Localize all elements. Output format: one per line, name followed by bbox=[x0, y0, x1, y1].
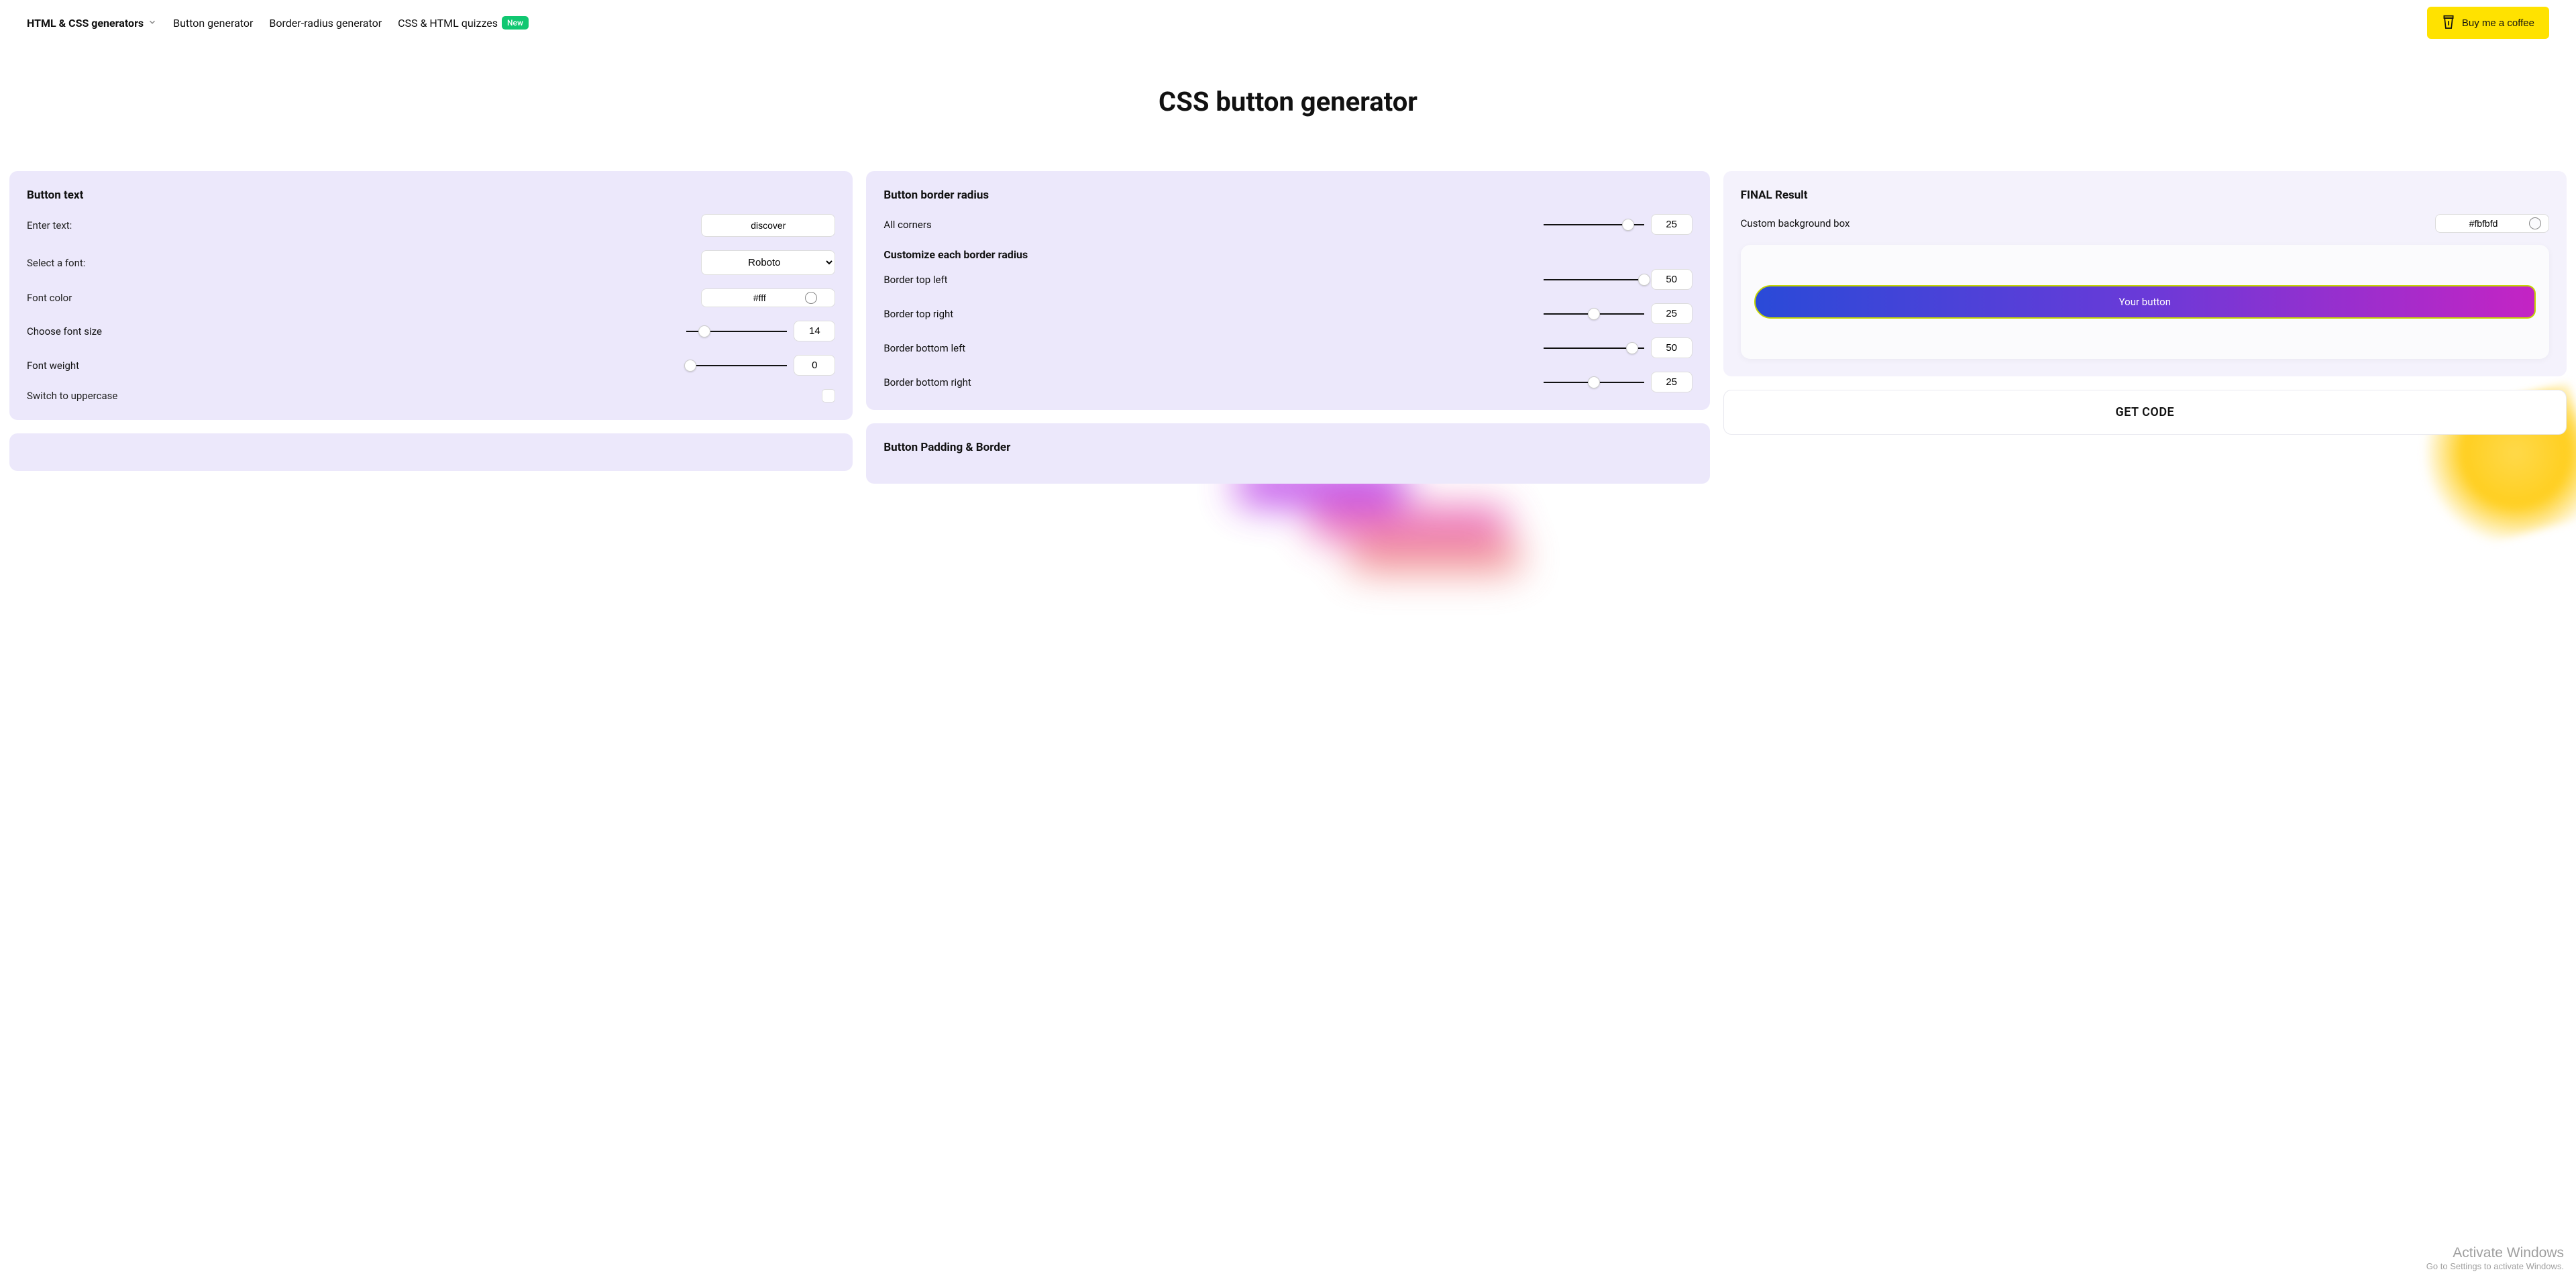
font-color-field[interactable] bbox=[701, 288, 835, 307]
slider-thumb[interactable] bbox=[1638, 274, 1650, 286]
enter-text-label: Enter text: bbox=[27, 219, 72, 231]
enter-text-input[interactable] bbox=[701, 214, 835, 237]
preview-box: Your button bbox=[1741, 245, 2549, 359]
button-text-panel: Button text Enter text: Select a font: R… bbox=[9, 171, 853, 420]
nav-main-label: HTML & CSS generators bbox=[27, 17, 144, 30]
bl-value[interactable] bbox=[1651, 337, 1693, 358]
nav-quizzes-label: CSS & HTML quizzes bbox=[398, 17, 498, 30]
nav-border-radius-generator[interactable]: Border-radius generator bbox=[269, 17, 382, 30]
slider-thumb[interactable] bbox=[1626, 342, 1638, 354]
nav-main-dropdown[interactable]: HTML & CSS generators bbox=[27, 17, 157, 30]
font-weight-slider[interactable] bbox=[686, 365, 787, 366]
br-slider[interactable] bbox=[1544, 382, 1644, 383]
font-size-slider[interactable] bbox=[686, 331, 787, 332]
button-text-heading: Button text bbox=[27, 189, 835, 202]
all-corners-value[interactable] bbox=[1651, 214, 1693, 235]
tr-label: Border top right bbox=[883, 308, 984, 320]
extra-panel-1 bbox=[9, 433, 853, 471]
tl-label: Border top left bbox=[883, 274, 984, 286]
bg-color-swatch[interactable] bbox=[2529, 217, 2541, 229]
all-corners-slider[interactable] bbox=[1544, 224, 1644, 225]
padding-border-panel: Button Padding & Border bbox=[866, 423, 1709, 484]
tl-slider[interactable] bbox=[1544, 279, 1644, 280]
uppercase-checkbox[interactable] bbox=[822, 389, 835, 403]
bl-slider[interactable] bbox=[1544, 348, 1644, 349]
select-font-input[interactable]: Roboto bbox=[701, 250, 835, 275]
customize-heading: Customize each border radius bbox=[883, 248, 1692, 261]
font-size-value[interactable] bbox=[794, 321, 835, 341]
bg-box-label: Custom background box bbox=[1741, 217, 1850, 229]
nav-quizzes[interactable]: CSS & HTML quizzes New bbox=[398, 16, 529, 30]
font-color-input[interactable] bbox=[719, 292, 800, 303]
bl-label: Border bottom left bbox=[883, 342, 984, 354]
font-color-label: Font color bbox=[27, 292, 72, 304]
watermark-line2: Go to Settings to activate Windows. bbox=[2426, 1261, 2564, 1271]
slider-thumb[interactable] bbox=[1588, 308, 1600, 320]
tr-slider[interactable] bbox=[1544, 313, 1644, 315]
bg-color-field[interactable] bbox=[2435, 214, 2549, 233]
page-title: CSS button generator bbox=[0, 86, 2576, 117]
result-heading: FINAL Result bbox=[1741, 189, 2549, 202]
padding-heading: Button Padding & Border bbox=[883, 441, 1692, 454]
nav-button-generator[interactable]: Button generator bbox=[173, 17, 253, 30]
radius-heading: Button border radius bbox=[883, 189, 1692, 202]
tr-value[interactable] bbox=[1651, 303, 1693, 324]
border-radius-panel: Button border radius All corners Customi… bbox=[866, 171, 1709, 410]
slider-thumb[interactable] bbox=[698, 325, 710, 337]
get-code-button[interactable]: GET CODE bbox=[1723, 390, 2567, 435]
chevron-down-icon bbox=[148, 17, 157, 30]
font-size-label: Choose font size bbox=[27, 325, 127, 337]
coffee-label: Buy me a coffee bbox=[2462, 17, 2534, 29]
slider-thumb[interactable] bbox=[684, 360, 696, 372]
buy-coffee-button[interactable]: Buy me a coffee bbox=[2427, 7, 2549, 39]
font-color-swatch[interactable] bbox=[805, 292, 817, 304]
preview-button[interactable]: Your button bbox=[1754, 285, 2536, 319]
bg-color-input[interactable] bbox=[2443, 218, 2524, 229]
select-font-label: Select a font: bbox=[27, 257, 85, 269]
font-weight-value[interactable] bbox=[794, 355, 835, 376]
all-corners-label: All corners bbox=[883, 219, 984, 231]
slider-thumb[interactable] bbox=[1588, 376, 1600, 388]
br-value[interactable] bbox=[1651, 372, 1693, 392]
br-label: Border bottom right bbox=[883, 376, 984, 388]
uppercase-label: Switch to uppercase bbox=[27, 390, 117, 402]
windows-activation-watermark: Activate Windows Go to Settings to activ… bbox=[2426, 1245, 2564, 1271]
slider-thumb[interactable] bbox=[1622, 219, 1634, 231]
font-weight-label: Font weight bbox=[27, 360, 127, 372]
tl-value[interactable] bbox=[1651, 269, 1693, 290]
result-panel: FINAL Result Custom background box Your … bbox=[1723, 171, 2567, 376]
watermark-line1: Activate Windows bbox=[2426, 1245, 2564, 1261]
badge-new: New bbox=[502, 16, 529, 30]
coffee-icon bbox=[2442, 13, 2455, 32]
